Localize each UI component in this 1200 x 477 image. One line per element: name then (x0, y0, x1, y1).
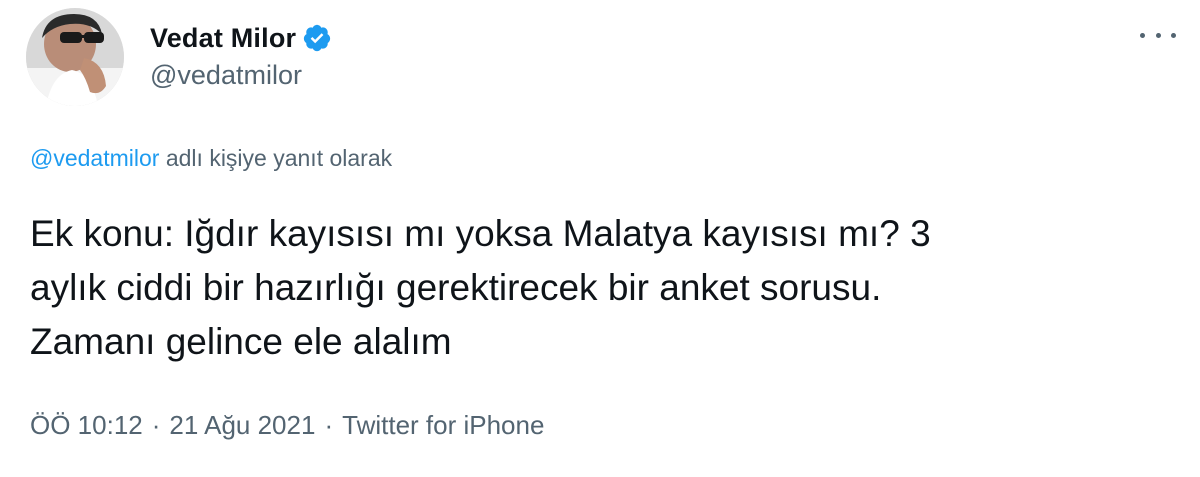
author-handle[interactable]: @vedatmilor (150, 60, 302, 91)
reply-mention-link[interactable]: @vedatmilor (30, 145, 159, 171)
reply-context-text: adlı kişiye yanıt olarak (159, 145, 393, 171)
meta-separator: · (151, 410, 161, 440)
meta-separator: · (324, 410, 334, 440)
tweet-date[interactable]: 21 Ağu 2021 (169, 410, 315, 441)
tweet: Vedat Milor @vedatmilor @vedatmilor adlı… (0, 0, 1200, 477)
avatar-image (26, 8, 124, 106)
tweet-text-line: Ek konu: Iğdır kayısısı mı yoksa Malatya… (30, 213, 931, 254)
tweet-text-line: aylık ciddi bir hazırlığı gerektirecek b… (30, 267, 882, 308)
tweet-text: Ek konu: Iğdır kayısısı mı yoksa Malatya… (30, 207, 1170, 369)
tweet-meta: ÖÖ 10:12 · 21 Ağu 2021 · Twitter for iPh… (30, 410, 544, 441)
more-dot (1155, 32, 1161, 38)
more-options-icon[interactable] (1140, 22, 1176, 48)
tweet-source[interactable]: Twitter for iPhone (342, 410, 544, 441)
more-dot (1171, 32, 1176, 38)
avatar[interactable] (26, 8, 124, 106)
tweet-time[interactable]: ÖÖ 10:12 (30, 410, 143, 441)
author-display-name[interactable]: Vedat Milor (150, 23, 296, 54)
author-name-row: Vedat Milor (150, 18, 332, 58)
more-dot (1140, 32, 1145, 38)
verified-badge-icon (302, 23, 332, 53)
reply-context: @vedatmilor adlı kişiye yanıt olarak (30, 145, 392, 172)
tweet-text-line: Zamanı gelince ele alalım (30, 321, 452, 362)
